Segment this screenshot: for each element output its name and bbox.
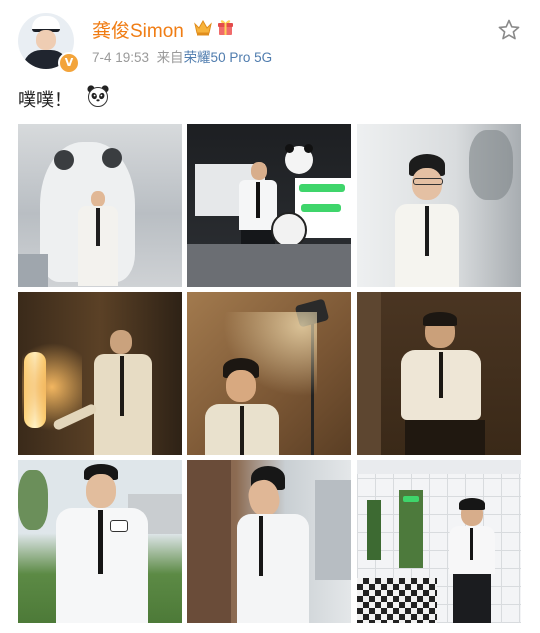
post-meta: 7-4 19:53 来自荣耀50 Pro 5G — [92, 46, 272, 66]
panda-emoji-icon — [87, 85, 109, 107]
crown-icon[interactable] — [194, 19, 212, 36]
author-name[interactable]: 龚俊Simon — [92, 16, 184, 43]
photo-1[interactable] — [18, 124, 182, 287]
photo-9[interactable] — [357, 460, 521, 623]
post-text: 噗噗！ — [18, 90, 72, 111]
neon-sign — [299, 184, 345, 192]
photo-grid — [18, 124, 521, 623]
face-shape — [36, 30, 56, 50]
verified-badge-icon: V — [58, 52, 80, 74]
post-time: 7-4 19:53 — [92, 50, 150, 65]
photo-2[interactable] — [187, 124, 351, 287]
photo-8[interactable] — [187, 460, 351, 623]
checkered-floor — [357, 578, 437, 623]
person-shirt — [237, 514, 309, 623]
panda-cushion — [271, 212, 307, 248]
device-link[interactable]: 荣耀50 Pro 5G — [184, 50, 273, 65]
photo-5[interactable] — [187, 292, 351, 455]
photo-4[interactable] — [18, 292, 182, 455]
photo-3[interactable] — [357, 124, 521, 287]
gift-icon[interactable] — [216, 18, 235, 37]
photo-7[interactable] — [18, 460, 182, 623]
source-prefix: 来自 — [156, 50, 184, 65]
photo-6[interactable] — [357, 292, 521, 455]
star-icon[interactable] — [497, 18, 521, 42]
